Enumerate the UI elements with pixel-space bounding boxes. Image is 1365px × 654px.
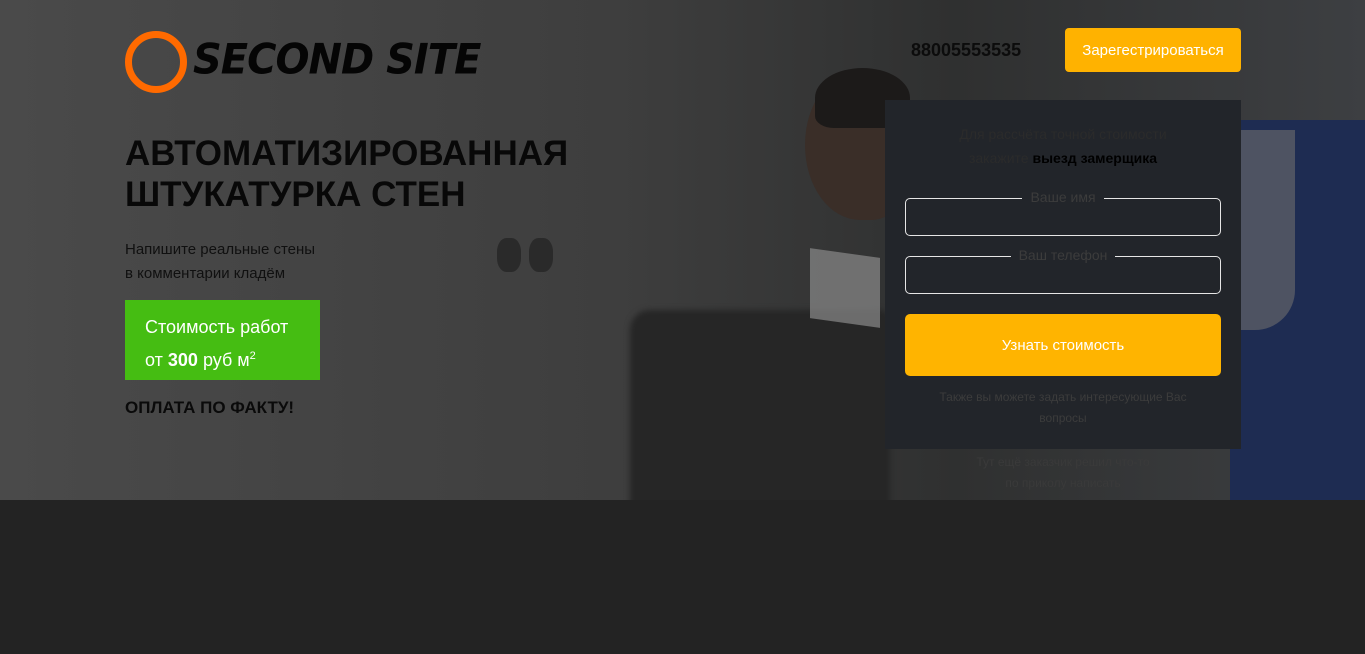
page-title: АВТОМАТИЗИРОВАННАЯ ШТУКАТУРКА СТЕН [125, 133, 645, 215]
site-logo[interactable]: SECOND SITE [125, 20, 481, 100]
price-value: 300 [167, 350, 198, 370]
form-intro-bold: выезд замерщика [1032, 150, 1158, 166]
payment-note: ОПЛАТА ПО ФАКТУ! [125, 398, 295, 417]
phone-field[interactable]: Ваш телефон [905, 247, 1221, 294]
extra-note-line-1: Тут ещё заказчик решил что-то [976, 455, 1150, 469]
price-row: от 300 руб м2 [145, 342, 300, 375]
hero-section: SECOND SITE 88005553535 Зарегестрировать… [0, 0, 1365, 500]
form-intro-line-1: Для рассчёта точной стоимости [959, 126, 1167, 142]
footer-area [0, 500, 1365, 654]
subtitle: Напишите реальные стены в комментарии кл… [125, 238, 315, 286]
register-button[interactable]: Зарегестрироваться [1065, 28, 1241, 72]
form-intro-line-2: закажите выезд замерщика [885, 146, 1241, 170]
phone-number[interactable]: 88005553535 [911, 40, 1021, 61]
price-badge: Стоимость работ от 300 руб м2 [125, 300, 320, 380]
price-caption: Стоимость работ [145, 317, 289, 337]
subtitle-line-1: Напишите реальные стены [125, 241, 316, 258]
price-exponent: 2 [249, 350, 256, 362]
extra-note-line-2: по приколу написать [1005, 476, 1121, 490]
logo-ring-icon [125, 31, 187, 93]
title-line-2: ШТУКАТУРКА СТЕН [125, 175, 466, 214]
price-unit: руб м [202, 350, 250, 370]
form-intro-prefix: закажите [968, 150, 1029, 166]
plastered-wall-image [630, 310, 890, 500]
get-price-button[interactable]: Узнать стоимость [905, 314, 1221, 376]
logo-text: SECOND SITE [193, 35, 481, 85]
extra-note: Тут ещё заказчик решил что-то по приколу… [935, 452, 1191, 494]
form-note: Также вы можете задать интересующие Вас … [939, 390, 1187, 425]
wall-sockets-image [497, 238, 561, 277]
trowel-image [810, 248, 880, 328]
order-form: Для рассчёта точной стоимости закажите в… [885, 100, 1241, 449]
name-field[interactable]: Ваше имя [905, 189, 1221, 236]
price-prefix: от [145, 350, 163, 370]
name-input[interactable] [906, 199, 1220, 235]
worker-shirt-image [1235, 130, 1295, 330]
form-intro: Для рассчёта точной стоимости закажите в… [885, 122, 1241, 170]
title-line-1: АВТОМАТИЗИРОВАННАЯ [125, 134, 569, 173]
phone-input[interactable] [906, 257, 1220, 293]
subtitle-line-2: в комментарии кладём [125, 265, 286, 282]
